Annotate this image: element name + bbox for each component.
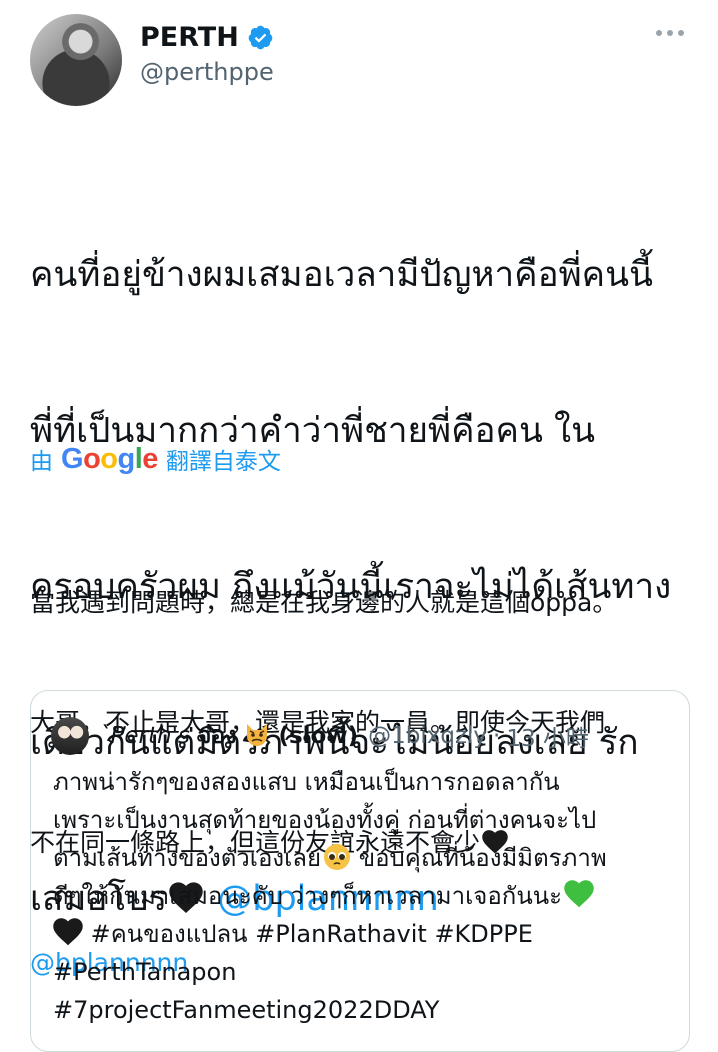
quoted-line-text: ดีๆให้กันมาเสมอนะคับ ว่างๆก็หาเวลามาเจอก… <box>53 882 563 910</box>
more-dot <box>656 30 662 36</box>
quoted-line-text: ตามเส้นทางของตัวเองเลย <box>53 844 322 872</box>
translation-label[interactable]: 翻譯自泰文 <box>166 442 281 476</box>
quoted-tweet-header: `Perth's จ๋อง (slow) @1bixqzly · 13 小時 <box>51 717 589 755</box>
author-name[interactable]: PERTH <box>140 22 239 53</box>
more-dot <box>667 30 673 36</box>
quoted-timestamp[interactable]: 13 小時 <box>506 719 589 753</box>
quoted-line: ตามเส้นทางของตัวเองเลย ขอบคุณที่น้องมีมิ… <box>53 839 673 877</box>
quoted-author-handle[interactable]: @1bixqzly <box>368 723 487 749</box>
author-handle[interactable]: @perthppe <box>140 58 274 86</box>
quoted-name-suffix: (slow) <box>278 723 359 749</box>
hashtags[interactable]: #คนของแปลน #PlanRathavit #KDPPE <box>83 920 533 948</box>
quoted-tweet[interactable]: `Perth's จ๋อง (slow) @1bixqzly · 13 小時 ภ… <box>30 690 690 1052</box>
quoted-line: #คนของแปลน #PlanRathavit #KDPPE <box>53 915 673 953</box>
verified-badge-icon <box>248 25 273 50</box>
pleading-face-icon <box>324 844 351 870</box>
translation-attribution: 由 Google 翻譯自泰文 <box>30 442 281 476</box>
quoted-line: ดีๆให้กันมาเสมอนะคับ ว่างๆก็หาเวลามาเจอก… <box>53 877 673 915</box>
more-options-icon[interactable] <box>656 30 684 36</box>
quoted-line: เพราะเป็นงานสุดท้ายของน้องทั้งคู่ ก่อนที… <box>53 806 597 834</box>
translated-line: 當我遇到問題時，總是在我身邊的人就是這個oppa。 <box>30 588 618 617</box>
meta-separator: · <box>493 723 501 749</box>
quoted-author-name[interactable]: `Perth's จ๋อง (slow) <box>99 718 358 754</box>
quoted-line-text: ขอบคุณที่น้องมีมิตรภาพ <box>351 844 607 872</box>
black-heart-icon <box>53 918 83 946</box>
quoted-tweet-text: ภาพน่ารักๆของสองแสบ เหมือนเป็นการกอดลากั… <box>53 763 673 1029</box>
author-name-row: PERTH <box>140 22 274 53</box>
quoted-line[interactable]: #7projectFanmeeting2022DDAY <box>53 991 673 1029</box>
google-logo: Google <box>61 442 158 475</box>
quoted-name-prefix: `Perth's <box>99 723 190 749</box>
quoted-author-avatar[interactable] <box>51 717 89 755</box>
cat-face-icon <box>247 724 268 746</box>
more-dot <box>678 30 684 36</box>
quoted-line: ภาพน่ารักๆของสองแสบ เหมือนเป็นการกอดลากั… <box>53 768 560 796</box>
green-heart-icon <box>564 880 594 908</box>
author-avatar[interactable] <box>30 14 122 106</box>
quoted-line[interactable]: #PerthTanapon <box>53 953 673 991</box>
translation-by: 由 <box>30 449 53 475</box>
quoted-name-thai: จ๋อง <box>197 723 237 749</box>
tweet-line: คนที่อยู่ข้างผมเสมอเวลามีปัญหาคือพี่คนนี… <box>30 255 653 295</box>
